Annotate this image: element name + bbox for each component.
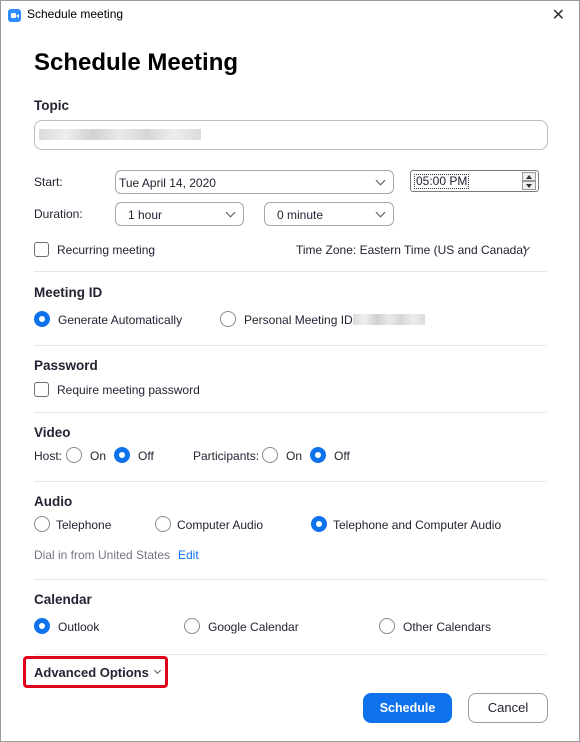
chevron-down-icon xyxy=(153,666,162,675)
page-title: Schedule Meeting xyxy=(34,49,239,76)
recurring-checkbox[interactable] xyxy=(34,242,49,257)
video-title: Video xyxy=(34,425,71,440)
chevron-down-icon xyxy=(225,207,236,218)
personal-meeting-id-redacted xyxy=(353,314,425,325)
host-video-off-label: Off xyxy=(138,449,154,463)
divider xyxy=(34,412,547,413)
password-title: Password xyxy=(34,358,98,373)
start-date-value: Tue April 14, 2020 xyxy=(119,176,216,190)
chevron-down-icon xyxy=(375,207,386,218)
require-password-checkbox[interactable] xyxy=(34,382,49,397)
host-video-on-radio[interactable] xyxy=(66,447,82,463)
duration-label: Duration: xyxy=(34,207,83,221)
calendar-google-radio[interactable] xyxy=(184,618,200,634)
start-date-picker[interactable]: Tue April 14, 2020 xyxy=(115,170,394,194)
schedule-button[interactable]: Schedule xyxy=(363,693,452,723)
generate-automatically-radio[interactable] xyxy=(34,311,50,327)
participants-video-off-radio[interactable] xyxy=(310,447,326,463)
window-title: Schedule meeting xyxy=(27,7,124,21)
calendar-other-label: Other Calendars xyxy=(403,620,492,634)
participants-video-on-radio[interactable] xyxy=(262,447,278,463)
audio-telephone-radio[interactable] xyxy=(34,516,50,532)
divider xyxy=(34,579,547,580)
host-video-off-radio[interactable] xyxy=(114,447,130,463)
duration-minutes-select[interactable]: 0 minute xyxy=(264,202,394,226)
host-video-on-label: On xyxy=(90,449,107,463)
audio-computer-radio[interactable] xyxy=(155,516,171,532)
advanced-options-label: Advanced Options xyxy=(34,665,149,680)
time-increment-button[interactable] xyxy=(522,172,536,181)
duration-hours-value: 1 hour xyxy=(128,208,163,222)
timezone-select[interactable]: Time Zone: Eastern Time (US and Canada) xyxy=(296,243,527,257)
calendar-outlook-label: Outlook xyxy=(58,620,100,634)
duration-hours-select[interactable]: 1 hour xyxy=(115,202,244,226)
recurring-label: Recurring meeting xyxy=(57,243,156,257)
close-icon[interactable]: ✕ xyxy=(552,5,565,25)
topic-label: Topic xyxy=(34,98,69,113)
calendar-outlook-radio[interactable] xyxy=(34,618,50,634)
advanced-options-toggle[interactable]: Advanced Options xyxy=(23,656,168,688)
cancel-button[interactable]: Cancel xyxy=(468,693,548,723)
schedule-meeting-window: Schedule meeting ✕ Schedule Meeting Topi… xyxy=(0,0,580,742)
personal-meeting-id-radio[interactable] xyxy=(220,311,236,327)
meeting-id-title: Meeting ID xyxy=(34,285,103,300)
dial-in-text: Dial in from United States xyxy=(34,548,171,562)
participants-video-on-label: On xyxy=(286,449,303,463)
calendar-other-radio[interactable] xyxy=(379,618,395,634)
title-bar: Schedule meeting ✕ xyxy=(1,1,579,29)
dial-in-edit-link[interactable]: Edit xyxy=(178,548,199,562)
audio-title: Audio xyxy=(34,494,73,509)
topic-input[interactable] xyxy=(34,120,548,150)
calendar-title: Calendar xyxy=(34,592,92,607)
generate-automatically-label: Generate Automatically xyxy=(58,313,183,327)
require-password-label: Require meeting password xyxy=(57,383,200,397)
start-label: Start: xyxy=(34,175,63,189)
chevron-down-icon xyxy=(375,175,386,186)
participants-video-off-label: Off xyxy=(334,449,350,463)
divider xyxy=(34,481,547,482)
start-time-value: 05:00 PM xyxy=(414,174,470,189)
divider xyxy=(34,345,547,346)
audio-computer-label: Computer Audio xyxy=(177,518,264,532)
topic-redacted-text xyxy=(39,129,201,140)
audio-telephone-label: Telephone xyxy=(56,518,112,532)
video-host-label: Host: xyxy=(34,449,63,463)
audio-telephone-and-computer-label: Telephone and Computer Audio xyxy=(333,518,502,532)
time-decrement-button[interactable] xyxy=(522,181,536,190)
divider xyxy=(34,271,547,272)
calendar-google-label: Google Calendar xyxy=(208,620,299,634)
duration-minutes-value: 0 minute xyxy=(277,208,324,222)
audio-telephone-and-computer-radio[interactable] xyxy=(311,516,327,532)
zoom-app-icon xyxy=(8,9,21,22)
personal-meeting-id-label: Personal Meeting ID xyxy=(244,313,353,327)
start-time-field[interactable]: 05:00 PM xyxy=(410,170,539,192)
video-participants-label: Participants: xyxy=(193,449,260,463)
divider xyxy=(34,654,547,655)
